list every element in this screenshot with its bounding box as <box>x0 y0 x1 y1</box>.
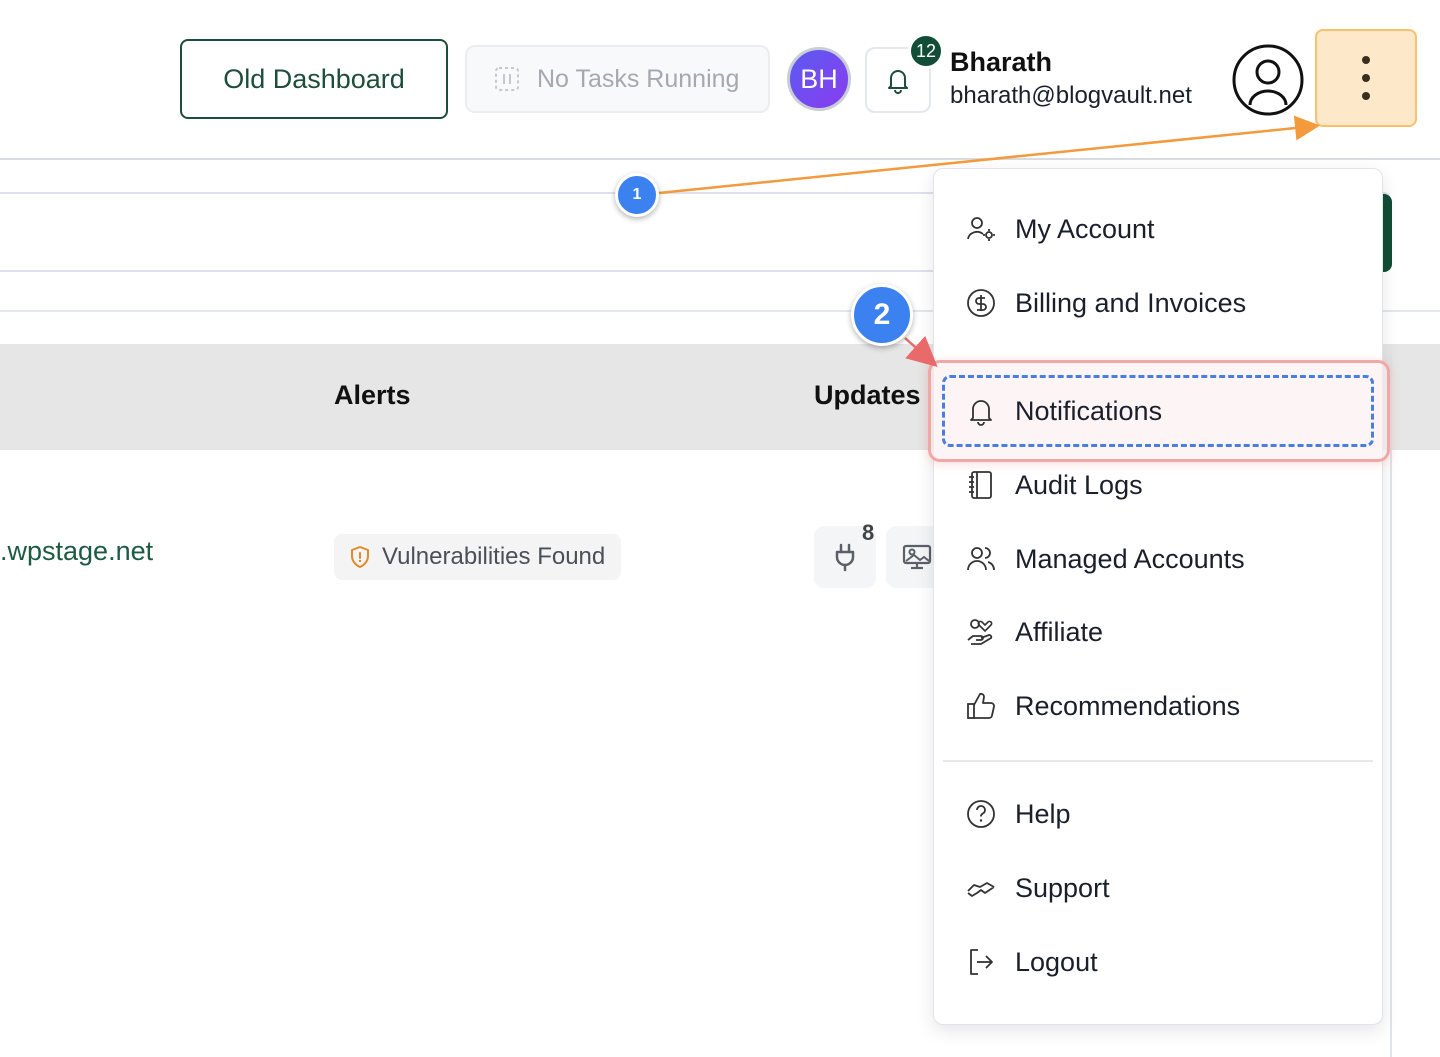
menu-item-support[interactable]: Support <box>933 858 1383 918</box>
dot <box>1362 74 1370 82</box>
menu-item-label: Affiliate <box>1015 616 1104 647</box>
tasks-label: No Tasks Running <box>537 64 740 93</box>
question-circle-icon <box>965 798 997 830</box>
menu-item-recommendations[interactable]: Recommendations <box>933 676 1383 736</box>
tasks-status[interactable]: No Tasks Running <box>465 45 770 113</box>
menu-item-label: Managed Accounts <box>1015 543 1245 574</box>
site-link[interactable]: .wpstage.net <box>0 536 153 567</box>
more-options-button[interactable] <box>1315 29 1417 127</box>
vulnerability-label: Vulnerabilities Found <box>382 543 606 570</box>
vulnerability-badge[interactable]: Vulnerabilities Found <box>334 534 622 580</box>
menu-item-help[interactable]: Help <box>933 784 1383 844</box>
menu-item-billing[interactable]: Billing and Invoices <box>933 273 1383 333</box>
bell-icon <box>888 70 908 94</box>
column-header-updates: Updates <box>814 380 921 410</box>
user-gear-icon <box>965 213 997 245</box>
menu-item-managed-accounts[interactable]: Managed Accounts <box>933 529 1383 589</box>
menu-divider <box>943 760 1373 762</box>
dollar-circle-icon <box>965 287 997 319</box>
menu-item-label: Notifications <box>1015 395 1163 426</box>
menu-item-my-account[interactable]: My Account <box>933 199 1383 259</box>
plug-icon <box>835 543 855 572</box>
menu-item-label: My Account <box>1015 213 1155 244</box>
menu-item-label: Support <box>1015 872 1110 903</box>
hand-heart-icon <box>965 616 997 648</box>
users-icon <box>965 543 997 575</box>
avatar[interactable]: BH <box>787 47 851 111</box>
header-divider <box>0 158 1440 160</box>
menu-item-label: Logout <box>1015 946 1098 977</box>
menu-item-logout[interactable]: Logout <box>933 932 1383 992</box>
column-header-alerts: Alerts <box>334 380 411 410</box>
plugin-updates-count: 8 <box>862 520 875 545</box>
user-name: Bharath <box>950 47 1053 77</box>
annotation-marker-1: 1 <box>615 173 659 217</box>
annotation-marker-2: 2 <box>851 284 913 346</box>
profile-icon[interactable] <box>1231 43 1305 117</box>
bell-icon <box>965 395 997 427</box>
menu-item-label: Help <box>1015 798 1071 829</box>
old-dashboard-button[interactable]: Old Dashboard <box>180 39 448 119</box>
notebook-icon <box>965 469 997 501</box>
menu-item-label: Billing and Invoices <box>1015 287 1247 318</box>
menu-item-audit-logs[interactable]: Audit Logs <box>933 455 1383 515</box>
logout-icon <box>965 946 997 978</box>
theme-icon <box>902 544 932 570</box>
menu-item-affiliate[interactable]: Affiliate <box>933 602 1383 662</box>
notification-count-badge: 12 <box>908 33 944 69</box>
menu-item-label: Audit Logs <box>1015 469 1143 500</box>
user-email: bharath@blogvault.net <box>950 82 1192 109</box>
panel-edge <box>1390 350 1392 1057</box>
dot <box>1362 92 1370 100</box>
handshake-icon <box>965 872 997 904</box>
dot <box>1362 56 1370 64</box>
thumbs-up-icon <box>965 690 997 722</box>
menu-item-notifications[interactable]: Notifications <box>933 381 1383 441</box>
screen: Old Dashboard No Tasks Running BH 12 Bha… <box>0 0 1440 1057</box>
shield-alert-icon <box>351 546 369 568</box>
tasks-icon <box>495 67 519 91</box>
menu-item-label: Recommendations <box>1015 690 1241 721</box>
